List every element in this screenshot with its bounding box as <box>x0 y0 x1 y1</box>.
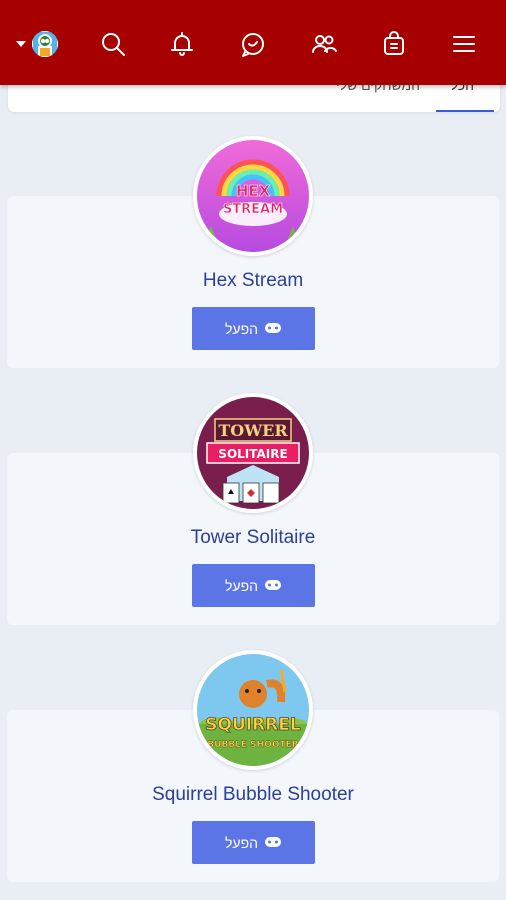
caret-down-icon <box>16 41 26 47</box>
shop-icon[interactable] <box>374 24 414 64</box>
bell-icon[interactable] <box>162 24 202 64</box>
game-thumbnail[interactable]: SQUIRREL BUBBLE SHOOTER <box>193 650 313 770</box>
search-icon[interactable] <box>93 24 133 64</box>
svg-text:HEX: HEX <box>236 182 271 200</box>
game-title[interactable]: Squirrel Bubble Shooter <box>0 784 506 806</box>
game-title[interactable]: Hex Stream <box>0 270 506 292</box>
game-thumbnail[interactable]: TOWER SOLITAIRE <box>193 393 313 513</box>
svg-text:TOWER: TOWER <box>218 421 288 440</box>
play-button-label: הפעל <box>225 320 258 337</box>
play-button[interactable]: הפעל <box>192 564 315 607</box>
tab-all[interactable]: הכל <box>436 77 494 112</box>
play-button-label: הפעל <box>225 834 258 851</box>
avatar <box>32 31 58 57</box>
gamepad-icon <box>264 321 282 337</box>
games-tabs: הכל המשחקים שלי <box>8 77 500 112</box>
svg-text:STREAM: STREAM <box>223 202 283 217</box>
gamepad-icon <box>264 578 282 594</box>
account-menu[interactable] <box>16 28 58 60</box>
game-title[interactable]: Tower Solitaire <box>0 527 506 549</box>
top-navigation-bar <box>0 0 506 85</box>
game-thumbnail[interactable]: HEX STREAM <box>193 136 313 256</box>
users-icon[interactable] <box>304 24 344 64</box>
svg-text:SQUIRREL: SQUIRREL <box>205 715 301 735</box>
svg-text:BUBBLE SHOOTER: BUBBLE SHOOTER <box>207 740 299 750</box>
play-button[interactable]: הפעל <box>192 307 315 350</box>
gamepad-icon <box>264 835 282 851</box>
menu-icon[interactable] <box>444 24 484 64</box>
play-button[interactable]: הפעל <box>192 821 315 864</box>
svg-text:SOLITAIRE: SOLITAIRE <box>218 447 287 461</box>
chat-icon[interactable] <box>233 24 273 64</box>
play-button-label: הפעל <box>225 577 258 594</box>
